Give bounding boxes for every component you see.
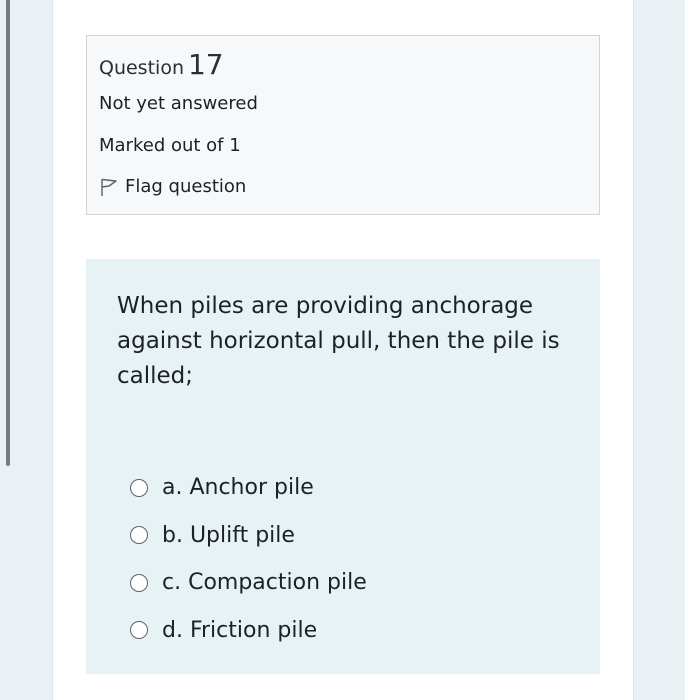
answer-option-c[interactable]: c. Compaction pile: [130, 559, 367, 607]
answer-option-a[interactable]: a. Anchor pile: [130, 464, 367, 512]
answer-option-b[interactable]: b. Uplift pile: [130, 512, 367, 560]
answer-label[interactable]: d. Friction pile: [162, 618, 317, 643]
question-state: Not yet answered: [99, 93, 258, 114]
question-info: Question 17 Not yet answered Marked out o…: [86, 35, 600, 215]
answer-option-d[interactable]: d. Friction pile: [130, 607, 367, 655]
radio-button[interactable]: [130, 478, 148, 497]
answer-list: a. Anchor pile b. Uplift pile c. Compact…: [130, 464, 367, 654]
flag-question-link[interactable]: Flag question: [99, 176, 246, 197]
flag-question-label: Flag question: [125, 176, 247, 197]
radio-button[interactable]: [130, 526, 148, 545]
question-number: Question 17: [99, 48, 224, 81]
answer-label[interactable]: b. Uplift pile: [162, 523, 295, 548]
question-number-value: 17: [187, 48, 224, 81]
question-content: When piles are providing anchorage again…: [86, 259, 600, 674]
scrollbar[interactable]: [6, 0, 10, 466]
question-text: When piles are providing anchorage again…: [117, 293, 560, 389]
left-gutter: [0, 0, 53, 700]
answer-label[interactable]: c. Compaction pile: [162, 570, 367, 595]
answer-label[interactable]: a. Anchor pile: [162, 475, 314, 500]
flag-outline-icon: [99, 177, 119, 197]
radio-button[interactable]: [130, 573, 148, 592]
question-grade: Marked out of 1: [99, 135, 241, 156]
question-label: Question: [99, 57, 184, 79]
right-gutter: [633, 0, 685, 700]
radio-button[interactable]: [130, 621, 148, 640]
